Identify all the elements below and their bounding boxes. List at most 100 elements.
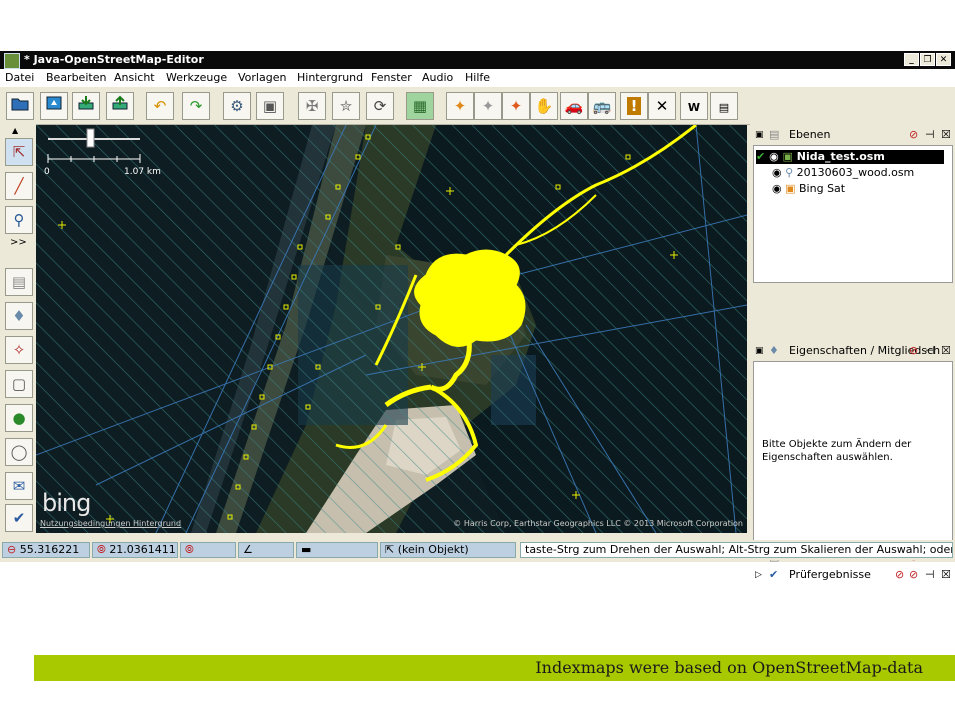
tag-path-icon[interactable]: ✦ — [474, 92, 502, 120]
slide-footer: Indexmaps were based on OpenStreetMap-da… — [34, 655, 955, 681]
redo-icon[interactable]: ↷ — [182, 92, 210, 120]
warning-icon[interactable]: ! — [620, 92, 648, 120]
footer-text: Indexmaps were based on OpenStreetMap-da… — [535, 658, 923, 677]
zoom-tool-icon[interactable]: ⚲ — [5, 206, 33, 234]
panel-close-icon[interactable]: ☒ — [941, 343, 951, 359]
menu-vorlagen[interactable]: Vorlagen — [238, 71, 286, 84]
properties-panel-header: ▣ ♦ Eigenschaften / Mitgliedsch ⊘ ⊣ ☒ — [751, 343, 955, 359]
car-icon[interactable]: 🚗 — [560, 92, 588, 120]
latitude-value: 55.316221 — [19, 543, 80, 556]
selection-list-icon[interactable]: ▢ — [5, 370, 33, 398]
disable-icon[interactable]: ⊘ — [895, 567, 904, 583]
download-icon[interactable] — [72, 92, 100, 120]
right-panel: ▣ ▤ Ebenen ⊘ ⊣ ☒ ✔ ◉ ▣ Nida_test.osm ◉ ⚲… — [751, 125, 955, 581]
eye-icon[interactable]: ◉ — [772, 182, 782, 195]
reverse-way-icon[interactable]: ⟳ — [366, 92, 394, 120]
hint-line: Bitte Objekte zum Ändern der — [762, 439, 912, 450]
split-way-icon[interactable]: ✠ — [298, 92, 326, 120]
map-attribution: © Harris Corp, Earthstar Geographics LLC… — [453, 519, 743, 528]
menu-werkzeuge[interactable]: Werkzeuge — [166, 71, 227, 84]
industry-icon[interactable]: ▤ — [710, 92, 738, 120]
active-check-icon: ✔ — [756, 150, 766, 163]
disable-icon[interactable]: ⊘ — [909, 567, 918, 583]
layer-list-toggle-icon[interactable]: ▤ — [5, 268, 33, 296]
layer-row[interactable]: ◉ ▣ Bing Sat — [772, 182, 845, 196]
layers-panel-header: ▣ ▤ Ebenen ⊘ ⊣ ☒ — [751, 127, 955, 143]
scroll-up-icon[interactable]: ▲ — [12, 126, 18, 135]
preferences-icon[interactable]: ⚙ — [223, 92, 251, 120]
collapse-icon[interactable]: ▣ — [755, 127, 764, 143]
upload-icon[interactable] — [106, 92, 134, 120]
map-paint-icon[interactable]: ▣ — [256, 92, 284, 120]
eye-icon[interactable]: ◉ — [769, 150, 779, 163]
window-title: * Java-OpenStreetMap-Editor — [24, 53, 204, 66]
minimize-button[interactable]: _ — [904, 53, 919, 66]
hint-line: Eigenschaften auswählen. — [762, 452, 893, 463]
pin-icon[interactable]: ⊣ — [925, 343, 935, 359]
menu-hilfe[interactable]: Hilfe — [465, 71, 490, 84]
bing-logo: bing — [42, 489, 91, 517]
open-file-icon[interactable] — [6, 92, 34, 120]
draw-tool-icon[interactable]: ╱ — [5, 172, 33, 200]
pin-icon[interactable]: ⊣ — [925, 567, 935, 583]
eye-icon[interactable]: ◉ — [772, 166, 782, 179]
expand-icon[interactable]: ▷ — [755, 567, 762, 583]
panel-close-icon[interactable]: ☒ — [941, 127, 951, 143]
heading-field: ⦾ — [180, 542, 236, 558]
tag-cycleway-icon[interactable]: ✦ — [502, 92, 530, 120]
align-nodes-icon[interactable]: ▦ — [406, 92, 434, 120]
layer-name: Bing Sat — [799, 182, 846, 195]
layer-name: 20130603_wood.osm — [796, 166, 915, 179]
menu-audio[interactable]: Audio — [422, 71, 453, 84]
panel-close-icon[interactable]: ☒ — [941, 567, 951, 583]
more-tools-icon[interactable]: >> — [10, 237, 27, 248]
menu-ansicht[interactable]: Ansicht — [114, 71, 155, 84]
delete-icon[interactable]: ✕ — [648, 92, 676, 120]
osm-layer-icon: ⚲ — [785, 166, 794, 179]
layers-icon: ▤ — [769, 128, 780, 141]
menu-bearbeiten[interactable]: Bearbeiten — [46, 71, 106, 84]
map-canvas[interactable] — [36, 125, 747, 533]
combine-way-icon[interactable]: ✮ — [332, 92, 360, 120]
bus-icon[interactable]: 🚌 — [588, 92, 616, 120]
angle-field: ∠ — [238, 542, 294, 558]
menu-fenster[interactable]: Fenster — [371, 71, 412, 84]
disable-icon[interactable]: ⊘ — [909, 127, 918, 143]
collapse-icon[interactable]: ▣ — [755, 343, 764, 359]
validator-check-icon[interactable]: ✔ — [5, 504, 33, 532]
map-view[interactable]: 0 1.07 km bing Nutzungsbedingungen Hinte… — [36, 125, 747, 533]
scale-label-left: 0 — [44, 167, 50, 177]
menu-hintergrund[interactable]: Hintergrund — [297, 71, 363, 84]
save-icon[interactable] — [40, 92, 68, 120]
filter-icon[interactable]: ● — [5, 404, 33, 432]
properties-body: Bitte Objekte zum Ändern der Eigenschaft… — [753, 361, 953, 547]
pin-icon[interactable]: ⊣ — [925, 127, 935, 143]
maximize-button[interactable]: ❐ — [920, 53, 935, 66]
longitude-value: 21.0361411 — [109, 543, 176, 556]
validator-panel-header[interactable]: ▷ ✔ Prüfergebnisse ⊘ ⊘ ⊣ ☒ — [751, 567, 955, 583]
josm-app-icon — [4, 53, 20, 69]
close-button[interactable]: ✕ — [936, 53, 951, 66]
relation-toggle-icon[interactable]: ✧ — [5, 336, 33, 364]
select-tool-icon[interactable]: ⇱ — [5, 138, 33, 166]
building-icon[interactable]: W — [680, 92, 708, 120]
undo-icon[interactable]: ↶ — [146, 92, 174, 120]
layers-panel-title: Ebenen — [789, 128, 831, 141]
hand-icon[interactable]: ✋ — [530, 92, 558, 120]
tag-toggle-icon[interactable]: ♦ — [5, 302, 33, 330]
layer-row-active[interactable]: ✔ ◉ ▣ Nida_test.osm — [756, 150, 944, 164]
menu-datei[interactable]: Datei — [5, 71, 34, 84]
layer-row[interactable]: ◉ ⚲ 20130603_wood.osm — [772, 166, 914, 180]
cursor-icon: ⇱ — [385, 543, 395, 556]
scale-label-right: 1.07 km — [124, 167, 161, 177]
tag-footway-icon[interactable]: ✦ — [446, 92, 474, 120]
tag-icon: ♦ — [769, 344, 779, 357]
history-icon[interactable]: ◯ — [5, 438, 33, 466]
validator-panel-title: Prüfergebnisse — [789, 568, 871, 581]
disable-icon[interactable]: ⊘ — [909, 343, 918, 359]
menu-bar: Datei Bearbeiten Ansicht Werkzeuge Vorla… — [0, 69, 955, 87]
terms-link[interactable]: Nutzungsbedingungen Hintergrund — [40, 519, 181, 528]
validator-icon: ✔ — [769, 568, 779, 581]
help-text: taste-Strg zum Drehen der Auswahl; Alt-S… — [520, 542, 953, 558]
mail-icon[interactable]: ✉ — [5, 472, 33, 500]
